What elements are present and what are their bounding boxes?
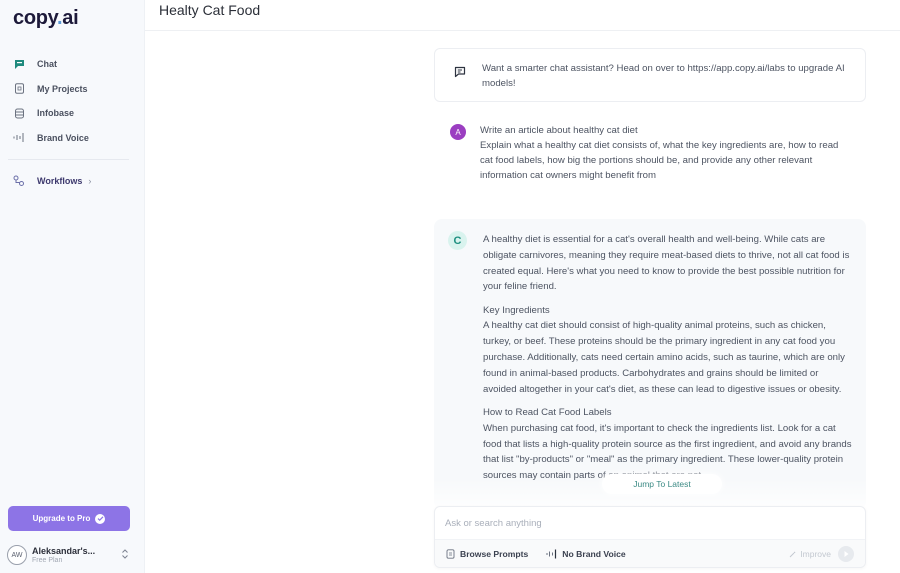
chevron-up-down-icon (121, 548, 129, 560)
projects-icon (13, 83, 25, 95)
sidebar-item-workflows[interactable]: Workflows › (0, 169, 145, 194)
magic-wand-icon (789, 551, 796, 558)
jump-to-latest-button[interactable]: Jump To Latest (602, 474, 722, 494)
workflow-icon (13, 175, 25, 187)
user-message-title: Write an article about healthy cat diet (480, 125, 638, 136)
sidebar-item-brand-voice[interactable]: Brand Voice (0, 126, 145, 151)
user-message-avatar: A (450, 124, 466, 140)
main-area: Want a smarter chat assistant? Head on o… (145, 0, 900, 573)
upgrade-notice-card: Want a smarter chat assistant? Head on o… (434, 48, 866, 102)
sidebar-nav: Chat My Projects Infobase Brand Voice Wo… (0, 52, 145, 194)
ai-section-heading: How to Read Cat Food Labels (483, 406, 612, 418)
chevron-right-icon: › (88, 176, 92, 187)
ai-paragraph: A healthy diet is essential for a cat's … (483, 232, 854, 295)
app-root: copy.ai Chat My Projects Infobase Brand … (0, 0, 900, 573)
user-name: Aleksandar's... (32, 546, 96, 556)
ai-paragraph-text: A healthy cat diet should consist of hig… (483, 320, 845, 395)
user-account-switcher[interactable]: AW Aleksandar's... Free Plan (7, 543, 135, 567)
chat-icon (13, 58, 25, 70)
ai-section-heading: Key Ingredients (483, 304, 550, 316)
sidebar-item-infobase[interactable]: Infobase (0, 101, 145, 126)
user-plan: Free Plan (32, 557, 63, 564)
title-bar (145, 0, 900, 31)
ai-paragraph-text: When purchasing cat food, it's important… (483, 422, 852, 482)
upgrade-to-pro-button[interactable]: Upgrade to Pro (8, 506, 130, 531)
user-message: A Write an article about healthy cat die… (434, 116, 866, 196)
ai-response-text: A healthy diet is essential for a cat's … (483, 232, 854, 491)
brand-voice-selector[interactable]: No Brand Voice (546, 548, 626, 559)
check-circle-icon (95, 513, 106, 524)
notice-text: Want a smarter chat assistant? Head on o… (482, 63, 845, 89)
send-arrow-icon (842, 550, 850, 558)
brand-voice-label: No Brand Voice (562, 548, 626, 559)
send-button[interactable] (838, 546, 854, 562)
copyai-logo[interactable]: copy.ai (13, 7, 79, 30)
ai-response-message: C A healthy diet is essential for a cat'… (434, 219, 866, 509)
logo-text: copy (13, 7, 57, 29)
database-icon (13, 107, 25, 119)
chat-input[interactable] (445, 512, 855, 534)
sidebar: copy.ai Chat My Projects Infobase Brand … (0, 0, 145, 573)
user-info: Aleksandar's... Free Plan (32, 546, 95, 564)
sidebar-item-chat[interactable]: Chat (0, 52, 145, 77)
browse-prompts-label: Browse Prompts (460, 548, 529, 559)
upgrade-label: Upgrade to Pro (32, 514, 91, 523)
logo-suffix: ai (62, 7, 79, 29)
sidebar-divider (8, 159, 129, 160)
improve-prompt-button[interactable]: Improve (789, 549, 831, 559)
ai-paragraph: Key Ingredients A healthy cat diet should… (483, 303, 854, 398)
sidebar-item-label: Brand Voice (37, 132, 89, 143)
sidebar-item-label: Chat (37, 59, 57, 70)
user-message-body: Explain what a healthy cat diet consists… (480, 140, 839, 181)
sidebar-item-label: My Projects (37, 83, 88, 94)
browse-prompts-button[interactable]: Browse Prompts (446, 549, 528, 559)
chat-bubble-icon (454, 65, 466, 78)
waveform-icon (546, 549, 557, 559)
document-title-input[interactable] (159, 2, 559, 18)
composer-toolbar: Browse Prompts No Brand Voice Improve (435, 539, 865, 567)
sidebar-item-label: Infobase (37, 108, 75, 119)
prompts-icon (446, 548, 455, 559)
sidebar-item-my-projects[interactable]: My Projects (0, 77, 145, 102)
ai-paragraph-text: A healthy diet is essential for a cat's … (483, 234, 850, 293)
ai-avatar: C (448, 231, 467, 250)
improve-label: Improve (800, 549, 831, 559)
chat-composer: Browse Prompts No Brand Voice Improve (434, 506, 866, 568)
sidebar-item-label: Workflows (37, 176, 83, 187)
waveform-icon (13, 132, 25, 144)
ai-paragraph: How to Read Cat Food Labels When purchasi… (483, 405, 854, 484)
user-message-text: Write an article about healthy cat diet … (480, 123, 852, 183)
user-avatar: AW (7, 545, 27, 565)
